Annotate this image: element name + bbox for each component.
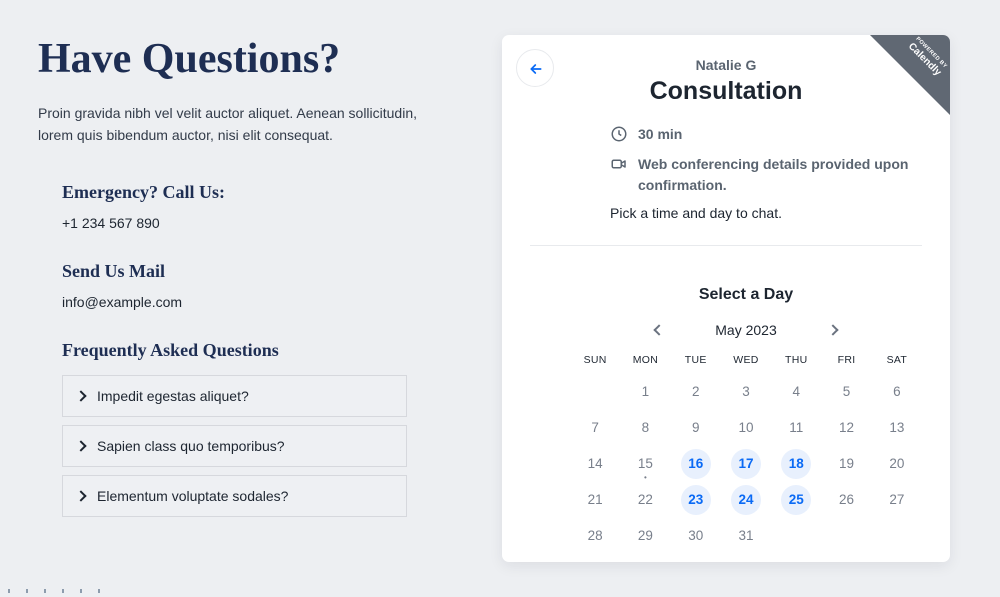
month-label: May 2023 xyxy=(715,322,776,338)
chevron-right-icon xyxy=(75,491,86,502)
calendar-day: 2 xyxy=(671,376,721,408)
faq-item-label: Elementum voluptate sodales? xyxy=(97,488,288,504)
faq-item-label: Impedit egestas aliquet? xyxy=(97,388,249,404)
duration-row: 30 min xyxy=(610,124,922,144)
emergency-block: Emergency? Call Us: +1 234 567 890 xyxy=(62,182,458,231)
calendar-day xyxy=(872,520,922,552)
calendar-day xyxy=(821,520,871,552)
calendar-day: 3 xyxy=(721,376,771,408)
faq-item[interactable]: Sapien class quo temporibus? xyxy=(62,425,407,467)
calendar-day: 14 xyxy=(570,448,620,480)
calendar-day: 22 xyxy=(620,484,670,516)
conference-row: Web conferencing details provided upon c… xyxy=(610,154,922,195)
calendar-day: 13 xyxy=(872,412,922,444)
day-of-week-label: WED xyxy=(721,354,771,372)
calendly-card: POWERED BY Calendly Natalie G Consultati… xyxy=(502,35,950,562)
questions-column: Have Questions? Proin gravida nibh vel v… xyxy=(38,35,458,554)
calendar-day: 9 xyxy=(671,412,721,444)
calendar-day: 15 xyxy=(620,448,670,480)
calendar-day: 8 xyxy=(620,412,670,444)
day-of-week-label: FRI xyxy=(821,354,871,372)
calendar-day[interactable]: 25 xyxy=(771,484,821,516)
duration-text: 30 min xyxy=(638,124,682,144)
day-of-week-label: MON xyxy=(620,354,670,372)
faq-item[interactable]: Elementum voluptate sodales? xyxy=(62,475,407,517)
chevron-right-icon xyxy=(75,391,86,402)
prompt-text: Pick a time and day to chat. xyxy=(610,205,922,221)
day-of-week-label: THU xyxy=(771,354,821,372)
day-of-week-label: SAT xyxy=(872,354,922,372)
arrow-left-icon xyxy=(528,61,542,75)
calendar-day: 21 xyxy=(570,484,620,516)
calendar-day xyxy=(771,520,821,552)
calendar-day xyxy=(570,376,620,408)
calendar-day: 11 xyxy=(771,412,821,444)
calendly-column: POWERED BY Calendly Natalie G Consultati… xyxy=(502,35,958,554)
day-of-week-label: TUE xyxy=(671,354,721,372)
calendar-day: 19 xyxy=(821,448,871,480)
event-title: Consultation xyxy=(530,77,922,106)
mail-block: Send Us Mail info@example.com xyxy=(62,261,458,310)
chevron-left-icon xyxy=(654,324,665,335)
faq-item[interactable]: Impedit egestas aliquet? xyxy=(62,375,407,417)
month-nav: May 2023 xyxy=(570,318,922,342)
host-name: Natalie G xyxy=(530,57,922,73)
calendar-day[interactable]: 24 xyxy=(721,484,771,516)
calendar-day: 26 xyxy=(821,484,871,516)
video-icon xyxy=(610,155,628,173)
page-title: Have Questions? xyxy=(38,35,458,83)
back-button[interactable] xyxy=(516,49,554,87)
calendar-day: 12 xyxy=(821,412,871,444)
calendar-day: 1 xyxy=(620,376,670,408)
next-month-button[interactable] xyxy=(821,318,845,342)
calendar-day: 20 xyxy=(872,448,922,480)
calendar-day: 7 xyxy=(570,412,620,444)
calendar-day[interactable]: 16 xyxy=(671,448,721,480)
calendar-day: 28 xyxy=(570,520,620,552)
faq-block: Frequently Asked Questions Impedit egest… xyxy=(62,340,458,517)
email-address[interactable]: info@example.com xyxy=(62,294,458,310)
calendar-day: 10 xyxy=(721,412,771,444)
calendar-day: 5 xyxy=(821,376,871,408)
calendar-day: 6 xyxy=(872,376,922,408)
clock-icon xyxy=(610,125,628,143)
calendar-day: 29 xyxy=(620,520,670,552)
page-subtitle: Proin gravida nibh vel velit auctor aliq… xyxy=(38,103,438,146)
day-of-week-label: SUN xyxy=(570,354,620,372)
calendar: Select a Day May 2023 SUNMONTUEWEDTHUFRI… xyxy=(502,266,950,562)
calendar-day: 30 xyxy=(671,520,721,552)
divider xyxy=(530,245,922,246)
faq-accordion: Impedit egestas aliquet? Sapien class qu… xyxy=(62,375,407,517)
calendar-day[interactable]: 18 xyxy=(771,448,821,480)
calendar-day[interactable]: 17 xyxy=(721,448,771,480)
chevron-right-icon xyxy=(827,324,838,335)
select-day-heading: Select a Day xyxy=(570,286,922,304)
calendar-day: 4 xyxy=(771,376,821,408)
calendar-day: 31 xyxy=(721,520,771,552)
calendar-day[interactable]: 23 xyxy=(671,484,721,516)
faq-item-label: Sapien class quo temporibus? xyxy=(97,438,285,454)
prev-month-button[interactable] xyxy=(647,318,671,342)
mail-heading: Send Us Mail xyxy=(62,261,458,282)
conference-text: Web conferencing details provided upon c… xyxy=(638,154,922,195)
faq-heading: Frequently Asked Questions xyxy=(62,340,458,361)
calendar-day: 27 xyxy=(872,484,922,516)
chevron-right-icon xyxy=(75,441,86,452)
emergency-heading: Emergency? Call Us: xyxy=(62,182,458,203)
phone-number[interactable]: +1 234 567 890 xyxy=(62,215,458,231)
